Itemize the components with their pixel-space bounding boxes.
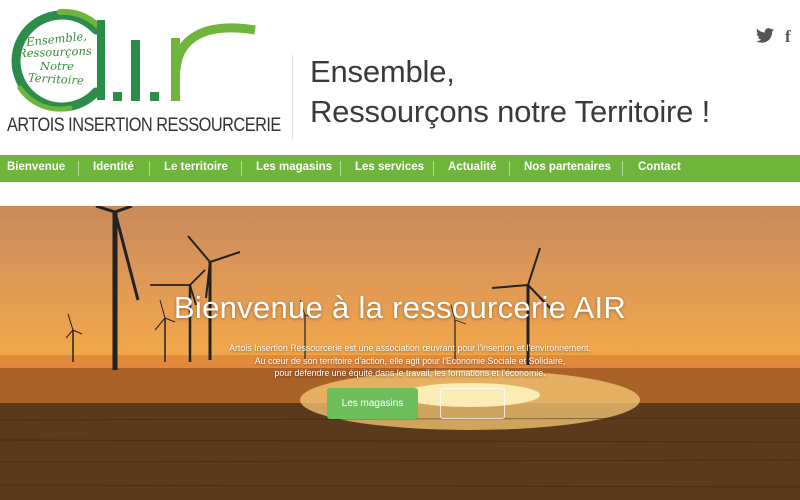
tagline-line-2: Ressourçons notre Territoire ! bbox=[310, 94, 711, 129]
nav-separator bbox=[78, 161, 79, 176]
secondary-hero-button[interactable] bbox=[440, 388, 505, 419]
header-tagline: Ensemble, Ressourçons notre Territoire ! bbox=[310, 52, 710, 132]
page: Ensemble, Ressourçons Notre Territoire A… bbox=[0, 0, 800, 500]
hero-description-line: Au cœur de son territoire d'action, elle… bbox=[254, 355, 566, 366]
tagline-line-1: Ensemble, bbox=[310, 54, 455, 89]
nav-item-le-territoire[interactable]: Le territoire bbox=[164, 161, 228, 173]
nav-separator bbox=[433, 161, 434, 176]
facebook-icon[interactable]: f bbox=[785, 27, 791, 47]
nav-separator bbox=[340, 161, 341, 176]
nav-item-les-magasins[interactable]: Les magasins bbox=[256, 161, 332, 173]
logo[interactable]: Ensemble, Ressourçons Notre Territoire A… bbox=[0, 0, 281, 150]
nav-separator bbox=[622, 161, 623, 176]
hero-title: Bienvenue à la ressourcerie AIR bbox=[173, 290, 627, 325]
nav-separator bbox=[509, 161, 510, 176]
logo-name: ARTOIS INSERTION RESSOURCERIE bbox=[7, 115, 281, 136]
header-divider bbox=[292, 55, 293, 140]
les-magasins-button[interactable]: Les magasins bbox=[327, 388, 418, 419]
nav-separator bbox=[241, 161, 242, 176]
hero-description-line: pour défendre une équité dans le travail… bbox=[274, 368, 546, 378]
nav-item-contact[interactable]: Contact bbox=[638, 161, 681, 173]
logo-tagline-line: Ressourçons bbox=[17, 43, 93, 61]
twitter-icon[interactable] bbox=[756, 28, 774, 48]
main-nav: Bienvenue Identité Le territoire Les mag… bbox=[0, 155, 800, 182]
nav-item-actualite[interactable]: Actualité bbox=[448, 161, 497, 173]
hero-description: Artois Insertion Ressourcerie est une as… bbox=[180, 342, 640, 380]
nav-separator bbox=[149, 161, 150, 176]
nav-item-bienvenue[interactable]: Bienvenue bbox=[7, 161, 65, 173]
hero-description-line: Artois Insertion Ressourcerie est une as… bbox=[229, 343, 591, 353]
nav-item-nos-partenaires[interactable]: Nos partenaires bbox=[524, 161, 611, 173]
nav-item-identite[interactable]: Identité bbox=[93, 161, 134, 173]
nav-item-les-services[interactable]: Les services bbox=[355, 161, 424, 173]
site-header: Ensemble, Ressourçons Notre Territoire A… bbox=[0, 0, 800, 155]
logo-tagline-line: Territoire bbox=[27, 70, 85, 88]
